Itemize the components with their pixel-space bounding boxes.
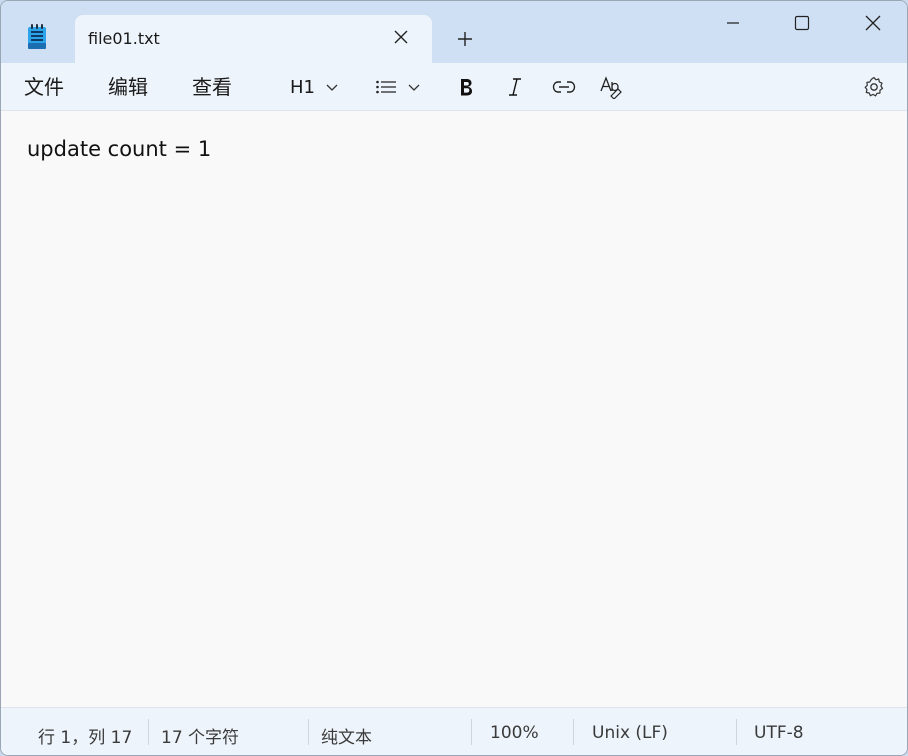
spellcheck-button[interactable]: [599, 73, 625, 101]
heading-dropdown[interactable]: H1: [290, 73, 339, 101]
spellcheck-icon: [599, 75, 625, 99]
italic-icon: [505, 76, 525, 98]
notepad-app-icon: [26, 23, 48, 51]
text-editor-area[interactable]: update count = 1: [1, 111, 907, 707]
settings-icon: [862, 75, 886, 99]
bold-icon: [457, 76, 475, 98]
new-tab-plus-icon[interactable]: [456, 30, 474, 48]
menu-edit[interactable]: 编辑: [108, 74, 148, 100]
editor-content[interactable]: update count = 1: [27, 137, 211, 161]
maximize-icon[interactable]: [792, 13, 812, 33]
status-zoom[interactable]: 100%: [490, 723, 539, 743]
menu-view[interactable]: 查看: [192, 74, 232, 100]
status-encoding[interactable]: UTF-8: [754, 723, 804, 743]
tab-close-icon[interactable]: [393, 29, 409, 45]
status-cursor-position: 行 1，列 17: [38, 728, 133, 748]
menu-bar: 文件 编辑 查看 H1: [1, 63, 907, 111]
link-button[interactable]: [552, 73, 576, 101]
status-divider: [573, 719, 574, 745]
list-icon: [375, 78, 397, 96]
status-line-ending[interactable]: Unix (LF): [592, 723, 668, 743]
title-bar: file01.txt: [1, 1, 907, 63]
tab-title: file01.txt: [88, 29, 160, 48]
status-divider: [308, 719, 309, 745]
heading-label: H1: [290, 76, 315, 98]
close-icon[interactable]: [863, 13, 883, 33]
status-divider: [736, 719, 737, 745]
notepad-window: file01.txt 文件 编辑 查看 H1 update count = 1 …: [0, 0, 908, 756]
status-text-type[interactable]: 纯文本: [321, 723, 372, 748]
status-char-count: 17 个字符: [161, 728, 240, 748]
list-dropdown[interactable]: [375, 73, 421, 101]
chevron-down-icon: [407, 80, 421, 94]
menu-file[interactable]: 文件: [24, 74, 64, 100]
chevron-down-icon: [325, 80, 339, 94]
italic-button[interactable]: [505, 73, 525, 101]
bold-button[interactable]: [457, 73, 475, 101]
settings-button[interactable]: [862, 73, 886, 101]
tab-file01[interactable]: file01.txt: [75, 15, 432, 63]
status-divider: [148, 719, 149, 745]
minimize-icon[interactable]: [723, 13, 743, 33]
status-divider: [471, 719, 472, 745]
link-icon: [552, 78, 576, 96]
status-bar: 行 1，列 17 17 个字符 纯文本 100% Unix (LF) UTF-8: [1, 707, 907, 755]
